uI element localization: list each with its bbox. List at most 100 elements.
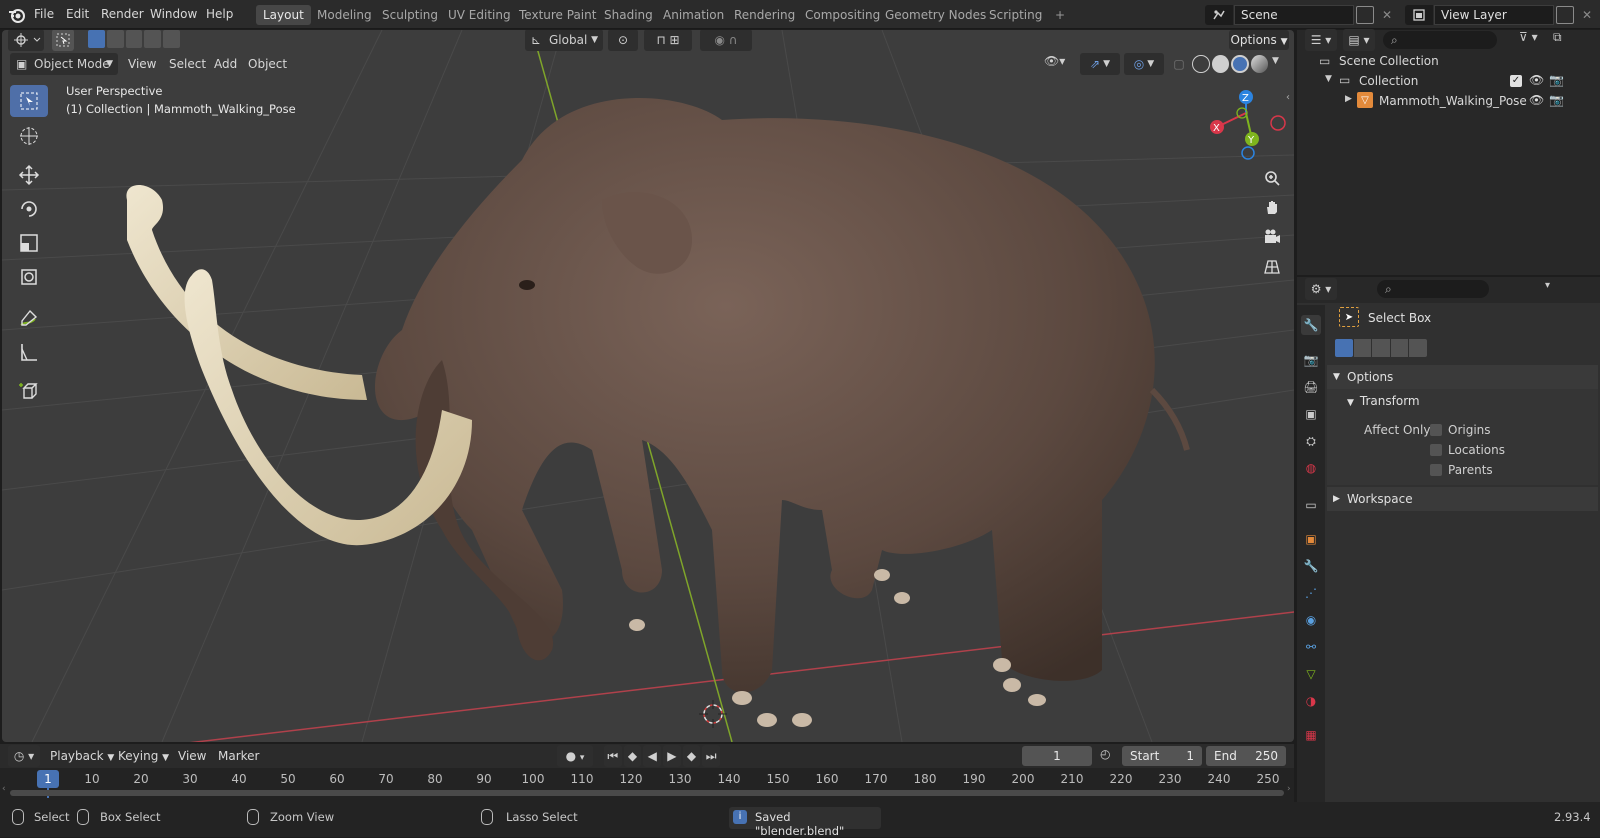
tab-scripting[interactable]: Scripting [982, 5, 1049, 25]
transform-tool-icon[interactable] [10, 261, 48, 293]
tab-uv-editing[interactable]: UV Editing [441, 5, 518, 25]
annotate-tool-icon[interactable] [10, 302, 48, 334]
options-panel-header[interactable]: ▼ Options [1327, 365, 1598, 389]
view-layer-properties-icon[interactable]: ▣ [1301, 404, 1321, 424]
options-dropdown[interactable]: Options ▼ [1229, 30, 1289, 50]
timeline-menu-keying[interactable]: Keying ▼ [112, 746, 175, 766]
object-mode-dropdown[interactable]: ▣ Object Mode ▼ [10, 53, 118, 75]
navigation-gizmo[interactable]: Z X Y [1200, 85, 1290, 165]
object-render-camera-icon[interactable]: 📷 [1549, 93, 1564, 107]
menu-render[interactable]: Render [95, 4, 150, 24]
modifier-properties-icon[interactable]: 🔧 [1301, 556, 1321, 576]
world-properties-icon[interactable]: ◍ [1301, 458, 1321, 478]
mode-extend-icon[interactable] [106, 30, 124, 48]
tab-layout[interactable]: Layout [256, 5, 311, 25]
collection-checkbox[interactable]: ✓ [1510, 75, 1522, 87]
stopwatch-icon[interactable]: ◴ [1100, 747, 1118, 765]
pan-hand-icon[interactable] [1259, 194, 1285, 220]
object-properties-icon[interactable]: ▣ [1301, 529, 1321, 549]
proportional-edit-icon[interactable]: ◉ ∩ [700, 30, 752, 51]
play-icon[interactable]: ▶ [663, 745, 681, 767]
select-box-tool-icon[interactable] [10, 85, 48, 117]
sidebar-toggle-icon[interactable]: ‹ [1286, 92, 1290, 103]
tool-settings-icon[interactable]: 🔧 [1301, 315, 1321, 335]
viewport-menu-object[interactable]: Object [242, 54, 293, 74]
timeline-menu-marker[interactable]: Marker [212, 746, 265, 766]
mode-set-icon[interactable] [88, 30, 105, 48]
move-tool-icon[interactable] [10, 159, 48, 191]
scene-icon[interactable] [1205, 5, 1233, 25]
menu-file[interactable]: File [28, 4, 60, 24]
transform-orientation-dropdown[interactable]: Global ⊾ ▼ [525, 30, 603, 51]
perspective-toggle-icon[interactable] [1259, 254, 1285, 280]
mammoth-object-label[interactable]: Mammoth_Walking_Pose [1379, 94, 1527, 108]
timeline-scrollbar[interactable] [10, 790, 1284, 796]
cursor-tool-icon[interactable] [10, 120, 48, 152]
collection-visibility-eye-icon[interactable]: 👁 [1529, 73, 1544, 87]
scroll-right-icon[interactable]: › [1287, 784, 1291, 794]
viewport-menu-add[interactable]: Add [208, 54, 243, 74]
rendered-shading-icon[interactable] [1250, 55, 1268, 73]
tool-mode-extend-icon[interactable] [1353, 339, 1372, 357]
outliner-search-input[interactable]: ⌕ [1383, 31, 1497, 49]
properties-search-input[interactable]: ⌕ [1377, 280, 1489, 298]
particle-properties-icon[interactable]: ⋰ [1301, 583, 1321, 603]
mode-subtract-icon[interactable] [125, 30, 143, 48]
tab-texture-paint[interactable]: Texture Paint [512, 5, 603, 25]
physics-properties-icon[interactable]: ◉ [1301, 610, 1321, 630]
delete-view-layer-icon[interactable]: ✕ [1578, 5, 1596, 25]
viewport-scene[interactable] [2, 30, 1294, 742]
tab-compositing[interactable]: Compositing [798, 5, 887, 25]
start-frame-field[interactable]: Start 1 [1122, 746, 1202, 766]
tool-mode-set-icon[interactable] [1335, 339, 1353, 357]
locations-checkbox-row[interactable]: Locations [1430, 443, 1505, 457]
viewport-menu-select[interactable]: Select [163, 54, 212, 74]
editor-type-button[interactable] [8, 30, 44, 51]
collection-render-camera-icon[interactable]: 📷 [1549, 73, 1564, 87]
object-visibility-eye-icon[interactable]: 👁 [1529, 93, 1544, 107]
scene-properties-icon[interactable]: ⛭ [1301, 431, 1321, 451]
camera-view-icon[interactable] [1259, 224, 1285, 250]
solid-shading-icon[interactable] [1211, 55, 1229, 73]
menu-window[interactable]: Window [144, 4, 203, 24]
delete-scene-icon[interactable]: ✕ [1378, 5, 1396, 25]
jump-end-icon[interactable]: ⏭ [702, 745, 721, 767]
mode-difference-icon[interactable] [144, 30, 162, 48]
tab-animation[interactable]: Animation [656, 5, 731, 25]
visibility-eye-icon[interactable]: 👁▾ [1044, 54, 1076, 74]
tool-mode-difference-icon[interactable] [1390, 339, 1409, 357]
xray-toggle-icon[interactable]: ▢ [1169, 53, 1189, 75]
pivot-point-icon[interactable]: ⊙ [608, 30, 638, 51]
zoom-view-icon[interactable] [1259, 165, 1285, 191]
play-reverse-icon[interactable]: ◀ [643, 745, 662, 767]
gizmo-toggle-icon[interactable]: ⇗ ▼ [1080, 53, 1120, 75]
origins-checkbox[interactable] [1430, 424, 1442, 436]
new-view-layer-icon[interactable] [1556, 6, 1574, 24]
filter-icon[interactable]: ⊽ ▾ [1519, 30, 1549, 50]
new-collection-icon[interactable]: ⧉ [1553, 30, 1573, 50]
texture-properties-icon[interactable]: ▦ [1301, 725, 1321, 745]
new-scene-icon[interactable] [1356, 6, 1374, 24]
mode-intersect-icon[interactable] [163, 30, 180, 48]
constraint-properties-icon[interactable]: ⚯ [1301, 637, 1321, 657]
timeline-menu-playback[interactable]: Playback ▼ [44, 746, 120, 766]
view-layer-field[interactable]: View Layer [1434, 5, 1554, 25]
menu-help[interactable]: Help [200, 4, 239, 24]
locations-checkbox[interactable] [1430, 444, 1442, 456]
properties-editor-type-icon[interactable]: ⚙ ▾ [1305, 278, 1337, 300]
shading-options-chevron-icon[interactable]: ▼ [1272, 56, 1279, 66]
tab-modeling[interactable]: Modeling [310, 5, 379, 25]
outliner-editor-type-icon[interactable]: ☰ ▾ [1305, 29, 1337, 51]
select-tool-mode-icon[interactable] [52, 30, 74, 51]
collection-properties-icon[interactable]: ▭ [1301, 495, 1321, 515]
menu-edit[interactable]: Edit [60, 4, 95, 24]
collection-label[interactable]: Collection [1359, 74, 1418, 88]
parents-checkbox-row[interactable]: Parents [1430, 463, 1493, 477]
current-frame-field[interactable]: 1 [1022, 746, 1092, 766]
add-cube-tool-icon[interactable] [10, 375, 48, 407]
collection-expand-icon[interactable]: ▼ [1325, 74, 1332, 84]
properties-options-chevron-icon[interactable]: ▾ [1545, 280, 1550, 291]
timeline-menu-view[interactable]: View [172, 746, 212, 766]
scene-field[interactable]: Scene [1234, 5, 1354, 25]
viewport-menu-view[interactable]: View [122, 54, 162, 74]
